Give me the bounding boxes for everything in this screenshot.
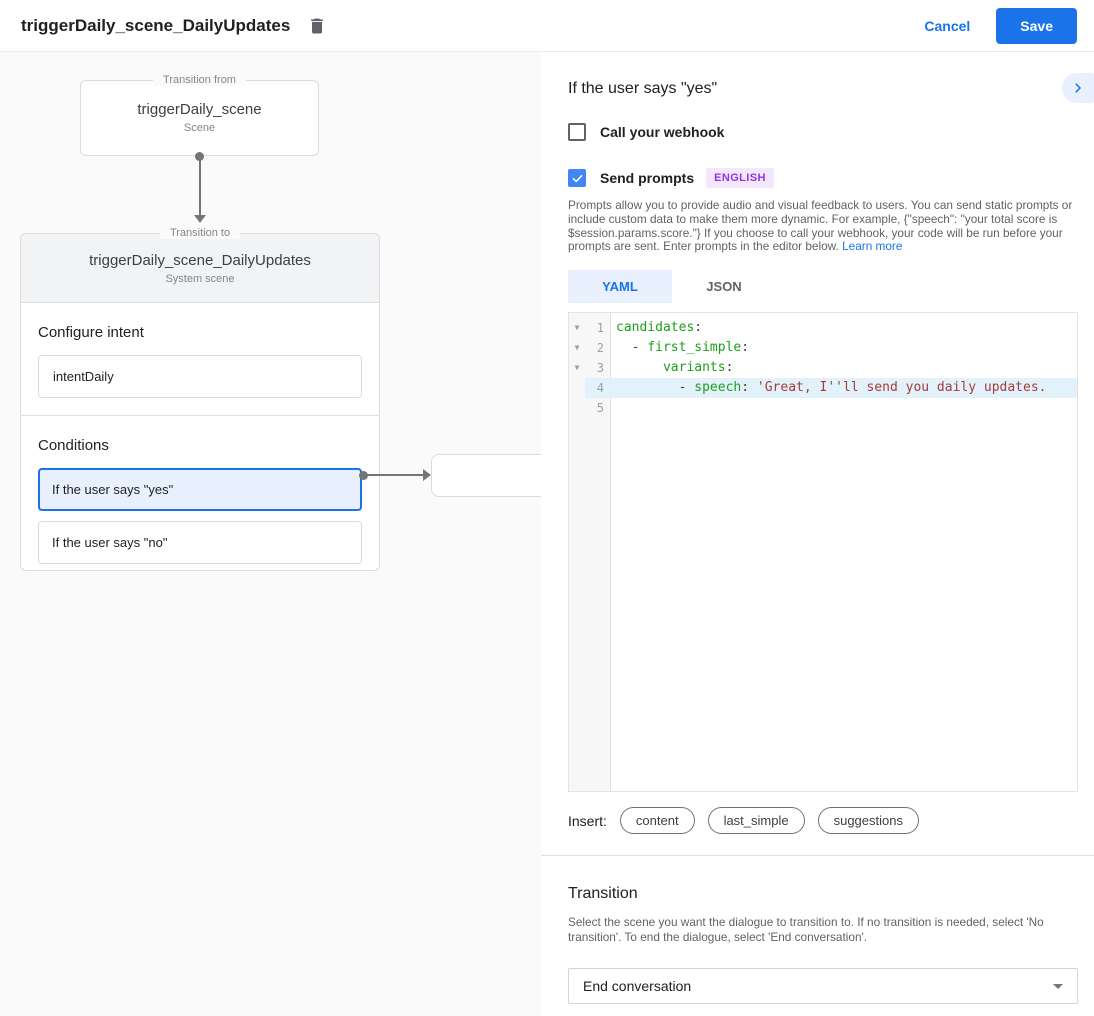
line-number: 3 [585,358,611,378]
prompts-description-text: Prompts allow you to provide audio and v… [568,198,1072,253]
fold-arrow-icon[interactable]: ▼ [569,318,585,338]
dropdown-caret-icon [1053,984,1063,989]
code-line[interactable]: ▼2 - first_simple: [569,338,1077,358]
insert-chip-content[interactable]: content [620,807,695,834]
code-line[interactable]: 4 - speech: 'Great, I''ll send you daily… [569,378,1077,398]
line-code[interactable]: variants: [611,358,1077,378]
connector-line [199,158,201,216]
line-code[interactable] [611,398,1077,418]
save-button[interactable]: Save [996,8,1077,44]
configure-intent-label: Configure intent [38,324,362,341]
transition-select-value: End conversation [583,978,691,994]
condition-connector-dot [359,471,368,480]
code-line[interactable]: 5 [569,398,1077,418]
prompts-row: Send prompts ENGLISH [568,168,1078,188]
call-webhook-checkbox[interactable] [568,123,586,141]
scene-node-header: triggerDaily_scene_DailyUpdates System s… [21,234,379,303]
insert-chip-last_simple[interactable]: last_simple [708,807,805,834]
top-bar: triggerDaily_scene_DailyUpdates Cancel S… [0,0,1094,52]
webhook-row: Call your webhook [568,123,1078,141]
transition-select[interactable]: End conversation [568,968,1078,1004]
delete-scene-button[interactable] [307,16,327,36]
code-line[interactable]: ▼3 variants: [569,358,1077,378]
prompts-description: Prompts allow you to provide audio and v… [568,199,1078,254]
chevron-right-icon [1071,81,1085,95]
editor-format-tabs: YAML JSON [568,270,1078,303]
send-prompts-label: Send prompts [600,170,694,186]
insert-label: Insert: [568,813,607,829]
intent-item[interactable]: intentDaily [38,355,362,398]
fold-arrow-icon[interactable]: ▼ [569,358,585,378]
line-code[interactable]: candidates: [611,318,1077,338]
condition-detail-panel: If the user says "yes" Call your webhook… [541,52,1094,1016]
transition-description: Select the scene you want the dialogue t… [568,915,1073,944]
tab-json[interactable]: JSON [672,270,776,303]
line-number: 1 [585,318,611,338]
collapse-panel-button[interactable] [1062,73,1094,103]
fold-spacer [569,378,585,398]
trash-icon [307,16,327,36]
connector-arrowhead [194,215,206,223]
from-scene-subtitle: Scene [81,122,318,134]
page-title: triggerDaily_scene_DailyUpdates [21,16,290,36]
cancel-button[interactable]: Cancel [924,18,970,34]
fold-arrow-icon[interactable]: ▼ [569,338,585,358]
checkmark-icon [571,172,584,185]
line-code[interactable]: - first_simple: [611,338,1077,358]
send-prompts-checkbox[interactable] [568,169,586,187]
insert-chips: content last_simple suggestions [620,807,919,834]
code-lines: ▼1candidates:▼2 - first_simple:▼3 varian… [569,313,1077,418]
topbar-actions: Cancel Save [924,8,1077,44]
scene-diagram-panel: Transition from triggerDaily_scene Scene… [0,52,541,1016]
tab-yaml[interactable]: YAML [568,270,672,303]
panel-divider [541,855,1094,856]
line-number: 4 [585,378,611,398]
transition-to-node[interactable]: Transition to triggerDaily_scene_DailyUp… [20,233,380,571]
code-line[interactable]: ▼1candidates: [569,318,1077,338]
language-badge: ENGLISH [706,168,774,188]
call-webhook-label: Call your webhook [600,124,724,140]
transition-from-legend: Transition from [153,74,246,86]
condition-connector-arrowhead [423,469,431,481]
line-number: 5 [585,398,611,418]
line-code[interactable]: - speech: 'Great, I''ll send you daily u… [611,378,1077,398]
insert-chip-suggestions[interactable]: suggestions [818,807,919,834]
to-scene-subtitle: System scene [21,273,379,285]
learn-more-link[interactable]: Learn more [842,239,902,253]
to-scene-title: triggerDaily_scene_DailyUpdates [21,252,379,269]
condition-connector-line [366,474,424,476]
fold-spacer [569,398,585,418]
condition-item-yes[interactable]: If the user says "yes" [38,468,362,511]
next-node-partial[interactable] [431,454,541,497]
panel-title: If the user says "yes" [568,80,1078,98]
transition-section-title: Transition [568,885,1078,903]
transition-to-legend: Transition to [160,227,240,239]
prompt-code-editor[interactable]: ▼1candidates:▼2 - first_simple:▼3 varian… [568,312,1078,792]
conditions-label: Conditions [38,437,362,454]
from-scene-title: triggerDaily_scene [81,101,318,118]
insert-row: Insert: content last_simple suggestions [568,807,1078,834]
line-number: 2 [585,338,611,358]
transition-from-node[interactable]: Transition from triggerDaily_scene Scene [80,80,319,156]
node-divider [21,415,379,416]
scene-node-body: Configure intent intentDaily Conditions … [21,324,379,564]
condition-item-no[interactable]: If the user says "no" [38,521,362,564]
